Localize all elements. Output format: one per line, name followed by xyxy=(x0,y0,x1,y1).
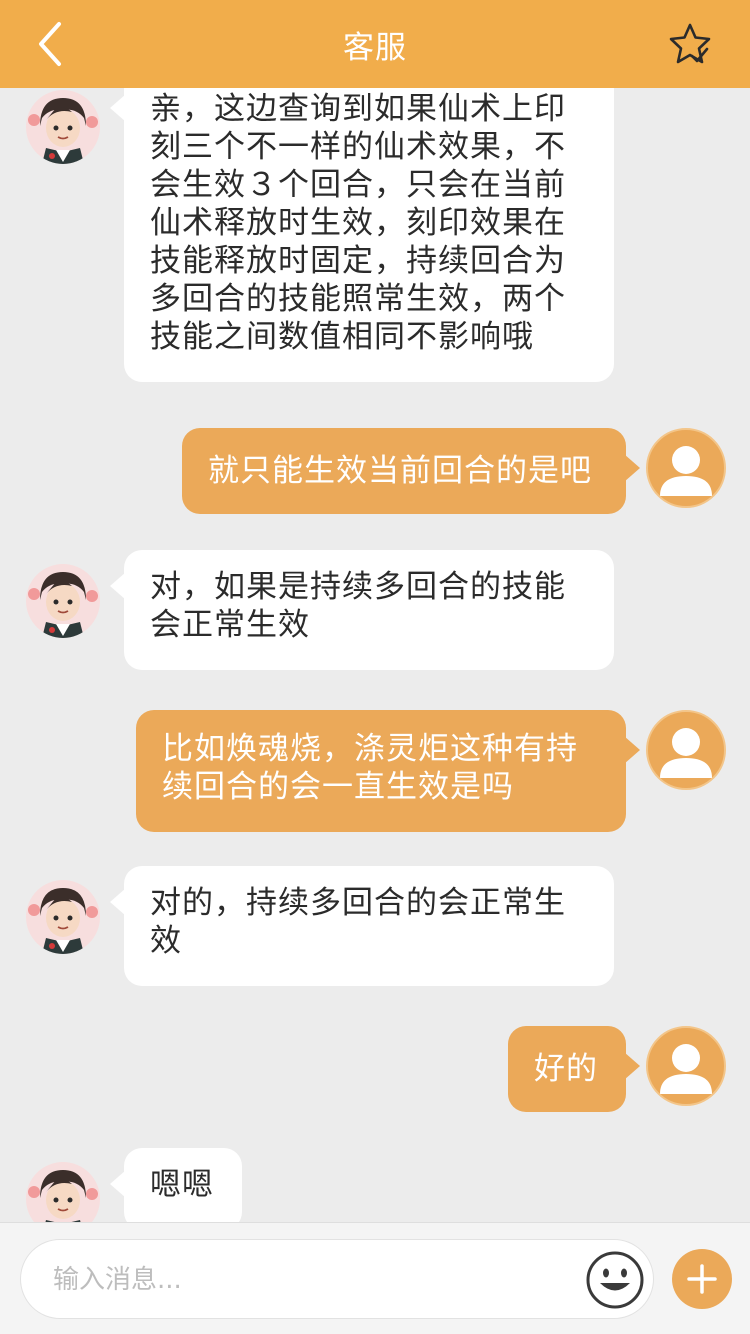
user-avatar[interactable] xyxy=(646,710,726,790)
message-bubble-agent[interactable]: 对，如果是持续多回合的技能 会正常生效 xyxy=(110,550,614,670)
agent-avatar[interactable] xyxy=(26,564,100,638)
user-avatar-icon xyxy=(660,446,712,496)
agent-avatar-icon xyxy=(26,1162,100,1222)
message-line: 续回合的会一直生效是吗 xyxy=(162,769,514,805)
agent-avatar[interactable] xyxy=(26,880,100,954)
favorite-button[interactable] xyxy=(666,20,714,68)
message-line: 技能释放时固定，持续回合为 xyxy=(150,243,566,279)
message-bubble-user[interactable]: 就只能生效当前回合的是吧 xyxy=(182,428,640,514)
emoji-smile-icon xyxy=(586,1251,644,1309)
message-line: 亲，这边查询到如果仙术上印 xyxy=(150,91,566,127)
agent-avatar-icon xyxy=(26,564,100,638)
message-line: 会生效３个回合，只会在当前 xyxy=(150,167,566,203)
message-line: 就只能生效当前回合的是吧 xyxy=(208,453,592,489)
page-title: 客服 xyxy=(343,29,407,66)
agent-avatar-icon xyxy=(26,880,100,954)
plus-icon xyxy=(687,1264,717,1294)
message-bubble-agent[interactable]: 嗯嗯 xyxy=(110,1148,242,1222)
message-bubble-agent[interactable]: 亲，这边查询到如果仙术上印 刻三个不一样的仙术效果，不 会生效３个回合，只会在当… xyxy=(110,88,614,382)
message-line: 效 xyxy=(150,923,182,959)
message-line: 多回合的技能照常生效，两个 xyxy=(150,281,566,317)
message-line: 嗯嗯 xyxy=(150,1167,214,1203)
message-line: 仙术释放时生效，刻印效果在 xyxy=(150,205,566,241)
back-button[interactable] xyxy=(28,22,72,66)
user-avatar[interactable] xyxy=(646,1026,726,1106)
message-line: 会正常生效 xyxy=(150,607,310,643)
user-avatar[interactable] xyxy=(646,428,726,508)
message-input-bar xyxy=(0,1222,750,1334)
user-avatar-icon xyxy=(660,728,712,778)
message-input[interactable] xyxy=(53,1258,553,1302)
add-attachment-button[interactable] xyxy=(672,1249,732,1309)
message-bubble-user[interactable]: 好的 xyxy=(508,1026,640,1112)
message-line: 技能之间数值相同不影响哦 xyxy=(150,319,534,355)
star-check-icon xyxy=(669,23,711,64)
message-line: 对的，持续多回合的会正常生 xyxy=(150,885,566,921)
message-line: 好的 xyxy=(534,1051,598,1087)
message-bubble-user[interactable]: 比如焕魂烧，涤灵炬这种有持 续回合的会一直生效是吗 xyxy=(136,710,640,832)
agent-avatar-icon xyxy=(26,90,100,164)
emoji-button[interactable] xyxy=(585,1250,645,1310)
chat-message-list[interactable]: 亲，这边查询到如果仙术上印 刻三个不一样的仙术效果，不 会生效３个回合，只会在当… xyxy=(0,88,750,1222)
message-line: 对，如果是持续多回合的技能 xyxy=(150,569,566,605)
top-nav-bar: 客服 xyxy=(0,0,750,88)
message-line: 比如焕魂烧，涤灵炬这种有持 xyxy=(162,731,578,767)
message-input-container[interactable] xyxy=(20,1239,654,1319)
message-bubble-agent[interactable]: 对的，持续多回合的会正常生 效 xyxy=(110,866,614,986)
agent-avatar[interactable] xyxy=(26,90,100,164)
user-avatar-icon xyxy=(660,1044,712,1094)
agent-avatar[interactable] xyxy=(26,1162,100,1222)
message-line: 刻三个不一样的仙术效果，不 xyxy=(150,129,566,165)
chevron-left-icon xyxy=(39,22,61,66)
